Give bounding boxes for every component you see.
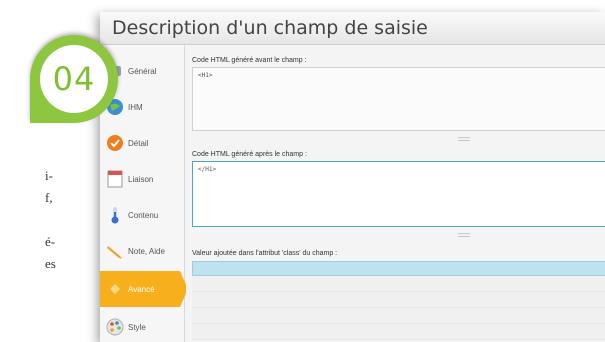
sidebar-item-detail[interactable]: Détail: [100, 125, 184, 161]
page-text-line: i-: [45, 168, 53, 183]
resize-grip-icon[interactable]: [458, 137, 470, 141]
sidebar-item-label: Détail: [128, 138, 149, 148]
form-panel: Code HTML généré avant le champ : <H1> C…: [186, 45, 605, 342]
window-title: Description d'un champ de saisie: [100, 12, 605, 45]
class-attribute-input[interactable]: [192, 261, 605, 276]
badge-inner: 04: [40, 45, 108, 113]
empty-row: [192, 292, 605, 308]
after-html-label: Code HTML généré après le champ :: [192, 151, 307, 158]
step-badge: 04: [30, 35, 118, 123]
pencil-icon: [106, 242, 124, 260]
empty-row: [192, 276, 605, 292]
thermometer-icon: [106, 206, 124, 224]
advanced-icon: [106, 280, 124, 298]
sidebar-item-label: Liaison: [128, 174, 154, 184]
before-html-label: Code HTML généré avant le champ :: [192, 57, 307, 64]
sidebar-item-liaison[interactable]: Liaison: [100, 161, 184, 197]
sidebar-item-label: Note, Aide: [128, 246, 165, 256]
empty-row: [192, 324, 605, 340]
palette-icon: [106, 318, 124, 336]
after-html-textarea[interactable]: </H1>: [192, 161, 605, 227]
field-description-window: Description d'un champ de saisie Général…: [100, 12, 605, 342]
step-number: 04: [52, 60, 96, 98]
page-text-fragments: i- f, é- es: [45, 165, 56, 275]
resize-grip-icon[interactable]: [458, 233, 470, 237]
sidebar-item-label: Avancé: [128, 284, 155, 294]
sidebar-item-label: IHM: [128, 102, 143, 112]
page-text-line: é-: [45, 234, 56, 249]
sidebar-item-contenu[interactable]: Contenu: [100, 197, 184, 233]
before-html-textarea[interactable]: <H1>: [192, 67, 605, 131]
sidebar-item-style[interactable]: Style: [100, 309, 184, 342]
detail-icon: [106, 134, 124, 152]
sidebar-item-note-aide[interactable]: Note, Aide: [100, 233, 184, 269]
sidebar-item-avance[interactable]: Avancé: [100, 271, 188, 307]
sidebar-item-label: Style: [128, 322, 146, 332]
page-text-line: es: [45, 256, 56, 271]
page-text-line: f,: [45, 190, 53, 205]
liaison-icon: [106, 170, 124, 188]
class-attribute-label: Valeur ajoutée dans l'attribut 'class' d…: [192, 250, 338, 257]
page-text-gap: [45, 209, 56, 231]
sidebar-item-label: Contenu: [128, 210, 159, 220]
empty-row: [192, 308, 605, 324]
sidebar-item-label: Général: [128, 66, 157, 76]
